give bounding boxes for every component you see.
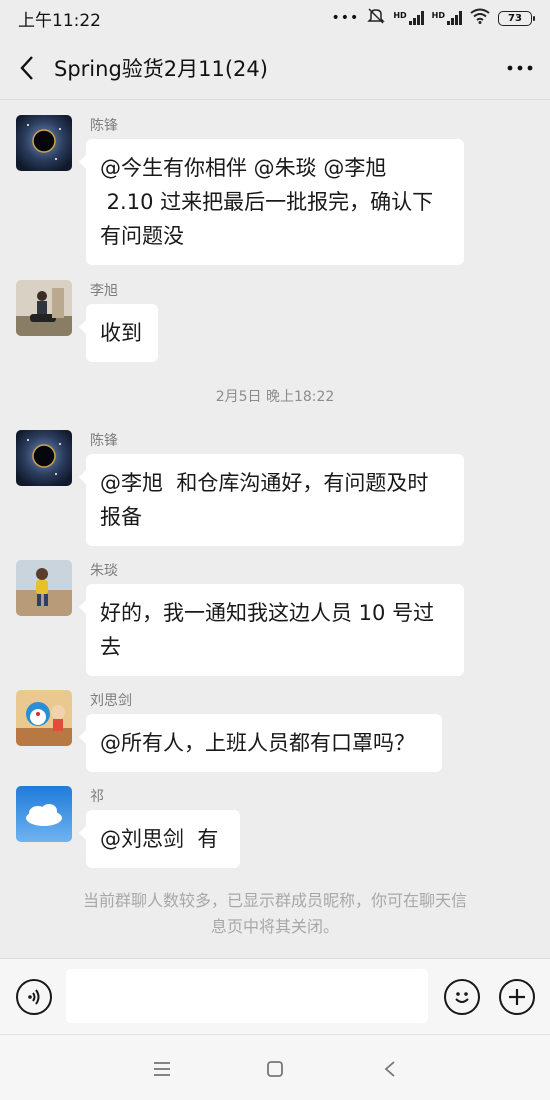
system-notice: 当前群聊人数较多，已显示群成员昵称，你可在聊天信 息页中将其关闭。 (40, 888, 510, 940)
home-square-icon (267, 1061, 283, 1077)
signal-1-icon: HD (393, 11, 424, 25)
cartoon-avatar[interactable] (16, 690, 72, 746)
message-bubble[interactable]: @李旭 和仓库沟通好，有问题及时 报备 (79, 454, 464, 546)
message-bubble[interactable]: 收到 (79, 304, 158, 362)
message-bubble[interactable]: @所有人，上班人员都有口罩吗？ (79, 714, 442, 772)
plus-icon (509, 989, 525, 1005)
chat-title: Spring验货2月11(24) (54, 56, 268, 81)
message-text-line: 收到 (100, 321, 142, 345)
message-timestamp: 2月5日 晚上18:22 (215, 389, 335, 405)
status-time: 上午11:22 (18, 10, 101, 31)
sky-avatar[interactable] (16, 786, 72, 842)
message-text-line: 去 (100, 635, 121, 659)
sender-name: 陈锋 (90, 433, 118, 449)
message-text-line: 2.10 过来把最后一批报完，确认下 (100, 190, 434, 214)
photo-avatar[interactable] (16, 280, 72, 336)
sender-name: 李旭 (90, 283, 118, 299)
back-nav-button[interactable] (376, 1055, 404, 1083)
galaxy-avatar[interactable] (16, 430, 72, 486)
message-text-line: 好的，我一通知我这边人员 10 号过 (100, 601, 435, 625)
more-button[interactable] (490, 36, 550, 100)
galaxy-avatar[interactable] (16, 115, 72, 171)
back-triangle-icon (384, 1061, 395, 1077)
message-text-line: @刘思剑 有 (100, 827, 219, 851)
add-button[interactable] (499, 979, 535, 1015)
status-icons: ••• HD HD 73 (331, 8, 535, 28)
emoji-button[interactable] (444, 979, 480, 1015)
home-nav-button[interactable] (261, 1055, 289, 1083)
chevron-left-icon (20, 55, 33, 80)
chat-input-bar (0, 958, 550, 1034)
message-input[interactable] (66, 969, 428, 1023)
message-text-line: 报备 (100, 505, 142, 529)
status-bar: 上午11:22 ••• HD HD 73 (0, 0, 550, 36)
system-nav-bar (0, 1034, 550, 1100)
sender-name: 刘思剑 (90, 693, 132, 709)
sender-name: 朱琰 (90, 563, 118, 579)
message-bubble[interactable]: 好的，我一通知我这边人员 10 号过 去 (79, 584, 464, 676)
message-text-line: 有问题没 (100, 224, 184, 248)
message-text-line: @今生有你相伴 @朱琰 @李旭 (100, 156, 387, 180)
sender-name: 祁 (90, 789, 104, 805)
menu-nav-button[interactable] (148, 1055, 176, 1083)
child-avatar[interactable] (16, 560, 72, 616)
notice-line: 息页中将其关闭。 (210, 917, 339, 936)
wifi-icon (470, 8, 490, 28)
notice-line: 当前群聊人数较多，已显示群成员昵称，你可在聊天信 (82, 891, 467, 910)
more-dots-icon (507, 65, 533, 70)
battery-icon: 73 (498, 10, 535, 26)
chat-header: Spring验货2月11(24) (0, 36, 550, 100)
message-bubble[interactable]: @刘思剑 有 (79, 810, 240, 868)
voice-button[interactable] (16, 979, 52, 1015)
back-button[interactable] (0, 36, 54, 100)
smiley-icon (455, 992, 469, 1003)
notification-dots-icon: ••• (331, 10, 360, 26)
message-bubble[interactable]: @今生有你相伴 @朱琰 @李旭 2.10 过来把最后一批报完，确认下 有问题没 (79, 139, 464, 265)
voice-icon (28, 989, 40, 1005)
signal-2-icon: HD (432, 11, 462, 25)
message-text-line: @所有人，上班人员都有口罩吗？ (100, 731, 415, 755)
sender-name: 陈锋 (90, 118, 118, 134)
menu-icon (154, 1062, 170, 1076)
message-text-line: @李旭 和仓库沟通好，有问题及时 (100, 471, 429, 495)
mute-icon (367, 8, 386, 28)
